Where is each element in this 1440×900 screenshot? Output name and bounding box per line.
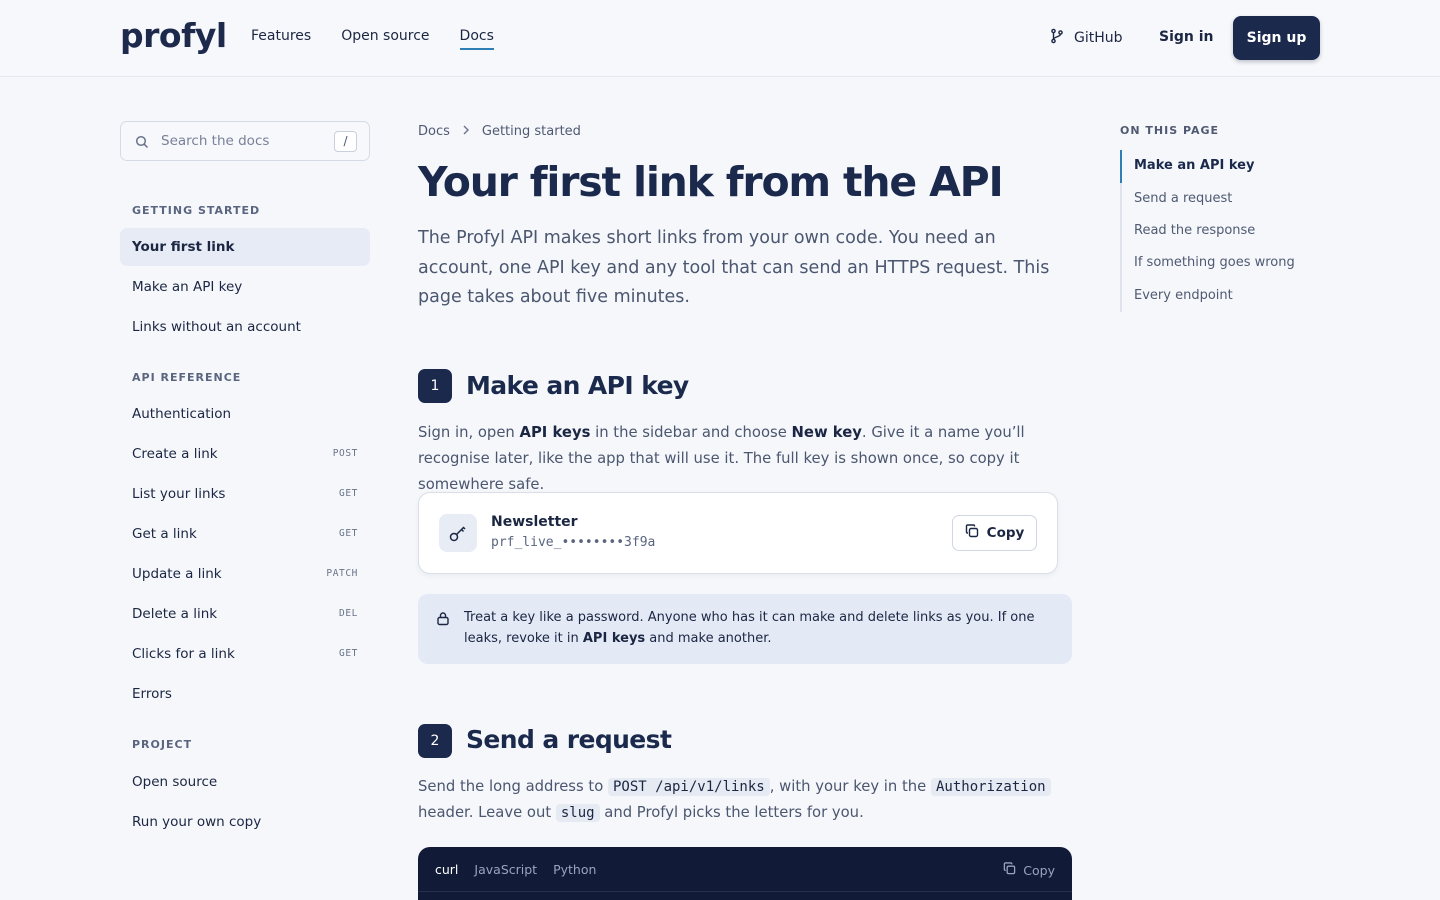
page-title: Your first link from the API — [418, 158, 1004, 206]
step1-paragraph: Sign in, open API keys in the sidebar an… — [418, 424, 1025, 493]
tab-python[interactable]: Python — [553, 862, 596, 877]
sidebar-item-label: Errors — [132, 686, 172, 702]
sidebar-item-label: Run your own copy — [132, 814, 262, 830]
sidebar-section-project: PROJECT — [132, 738, 193, 751]
sidebar-item-label: Make an API key — [132, 279, 243, 295]
copy-icon — [1003, 862, 1016, 878]
sidebar-item-label: Delete a link — [132, 606, 218, 622]
nav-features[interactable]: Features — [251, 28, 311, 50]
sidebar-item-label: Clicks for a link — [132, 646, 235, 662]
sidebar-item-create-link[interactable]: Create a link POST — [120, 435, 370, 473]
method-badge: PATCH — [326, 568, 358, 579]
sidebar-item-label: List your links — [132, 486, 226, 502]
copy-code-button[interactable]: Copy — [1003, 862, 1055, 878]
sidebar-item-authentication[interactable]: Authentication — [120, 395, 370, 433]
sidebar-item-label: Your first link — [132, 239, 235, 255]
step-number-1: 1 — [418, 369, 452, 403]
api-key-value: prf_live_••••••••3f9a — [491, 535, 656, 550]
sidebar-section-getting-started: GETTING STARTED — [132, 204, 261, 217]
sidebar-item-label: Links without an account — [132, 319, 301, 335]
signin-link[interactable]: Sign in — [1159, 29, 1214, 45]
sidebar-item-links-without-account[interactable]: Links without an account — [120, 308, 370, 346]
step2-paragraph: Send the long address to POST /api/v1/li… — [418, 774, 1078, 826]
toc-item-read-response[interactable]: Read the response — [1134, 223, 1255, 238]
method-badge: GET — [339, 488, 358, 499]
security-note-text: Treat a key like a password. Anyone who … — [464, 610, 1035, 646]
method-badge: DEL — [339, 608, 358, 619]
signup-button[interactable]: Sign up — [1233, 16, 1320, 60]
security-note: Treat a key like a password. Anyone who … — [418, 594, 1072, 664]
search-placeholder: Search the docs — [161, 133, 270, 149]
sidebar-item-delete-link[interactable]: Delete a link DEL — [120, 595, 370, 633]
main-nav: Features Open source Docs — [251, 28, 494, 50]
inline-code-endpoint: POST /api/v1/links — [608, 778, 770, 796]
sidebar-item-label: Create a link — [132, 446, 218, 462]
inline-code-slug: slug — [555, 804, 600, 822]
git-branch-icon — [1049, 28, 1065, 48]
sidebar-item-errors[interactable]: Errors — [120, 675, 370, 713]
toc-item-every-endpoint[interactable]: Every endpoint — [1134, 288, 1233, 303]
sidebar-item-make-api-key[interactable]: Make an API key — [120, 268, 370, 306]
search-shortcut-key: / — [334, 131, 357, 152]
sidebar-item-update-link[interactable]: Update a link PATCH — [120, 555, 370, 593]
toc-active-indicator — [1120, 150, 1122, 183]
toc-item-send-request[interactable]: Send a request — [1134, 191, 1232, 206]
search-icon — [135, 134, 149, 153]
github-link[interactable]: GitHub — [1049, 28, 1123, 48]
search-docs-input[interactable]: Search the docs / — [120, 121, 370, 161]
github-label: GitHub — [1074, 30, 1123, 46]
toc-item-make-api-key[interactable]: Make an API key — [1134, 158, 1254, 173]
section-heading-make-api-key: Make an API key — [466, 371, 689, 400]
nav-open-source[interactable]: Open source — [341, 28, 429, 50]
breadcrumb-getting-started[interactable]: Getting started — [482, 124, 581, 139]
copy-key-button[interactable]: Copy — [952, 515, 1037, 551]
sidebar-item-open-source[interactable]: Open source — [120, 763, 370, 801]
api-key-card: Newsletter prf_live_••••••••3f9a Copy — [418, 492, 1058, 574]
site-header: profyl Features Open source Docs GitHub … — [0, 0, 1440, 77]
method-badge: GET — [339, 648, 358, 659]
tab-javascript[interactable]: JavaScript — [474, 862, 537, 877]
sidebar-item-label: Update a link — [132, 566, 222, 582]
step-number-2: 2 — [418, 724, 452, 758]
sidebar-item-label: Authentication — [132, 406, 232, 422]
sidebar-item-your-first-link[interactable]: Your first link — [120, 228, 370, 266]
api-key-name: Newsletter — [491, 514, 578, 530]
sidebar-section-api-reference: API REFERENCE — [132, 371, 242, 384]
key-icon — [439, 514, 477, 552]
method-badge: POST — [332, 448, 358, 459]
toc-item-something-goes-wrong[interactable]: If something goes wrong — [1134, 255, 1295, 270]
page-lead: The Profyl API makes short links from yo… — [418, 228, 1050, 307]
toc-heading: ON THIS PAGE — [1120, 124, 1220, 137]
nav-docs[interactable]: Docs — [459, 28, 494, 50]
copy-label: Copy — [986, 525, 1025, 541]
tab-curl[interactable]: curl — [435, 862, 458, 877]
sidebar-item-label: Get a link — [132, 526, 197, 542]
section-heading-send-request: Send a request — [466, 725, 672, 754]
sidebar-item-label: Open source — [132, 774, 218, 790]
method-badge: GET — [339, 528, 358, 539]
sidebar-item-get-link[interactable]: Get a link GET — [120, 515, 370, 553]
logo[interactable]: profyl — [120, 16, 227, 55]
sidebar-item-run-your-own-copy[interactable]: Run your own copy — [120, 803, 370, 841]
chevron-right-icon — [462, 124, 470, 139]
code-divider — [418, 891, 1072, 892]
inline-code-authorization: Authorization — [930, 778, 1051, 796]
sidebar-item-list-links[interactable]: List your links GET — [120, 475, 370, 513]
code-block: curl JavaScript Python Copy — [418, 847, 1072, 900]
breadcrumb: Docs Getting started — [418, 124, 581, 139]
copy-label: Copy — [1023, 862, 1055, 878]
copy-icon — [965, 524, 979, 542]
code-tabs: curl JavaScript Python — [435, 862, 596, 877]
lock-icon — [436, 611, 450, 630]
breadcrumb-docs[interactable]: Docs — [418, 124, 450, 139]
sidebar-item-clicks-for-link[interactable]: Clicks for a link GET — [120, 635, 370, 673]
